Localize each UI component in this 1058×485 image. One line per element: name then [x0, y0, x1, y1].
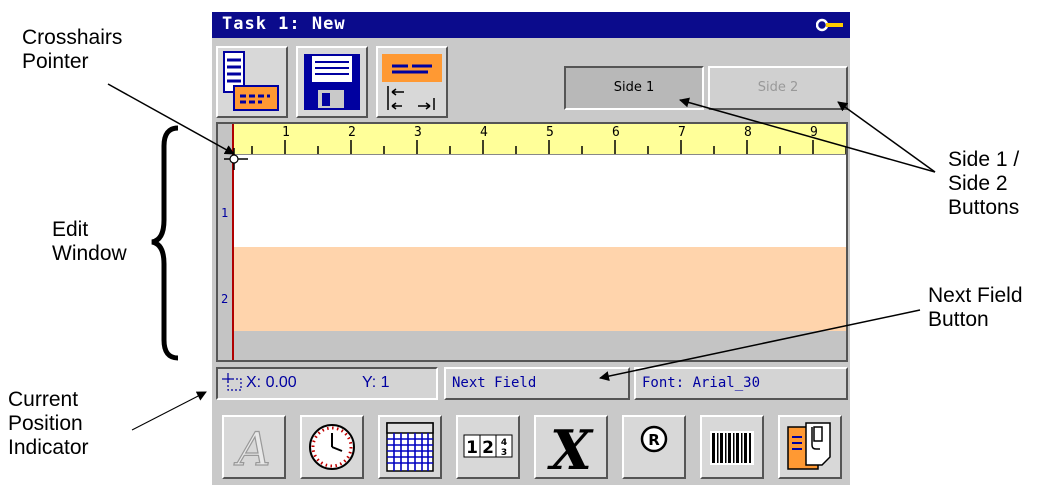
side-1-button[interactable]: Side 1: [564, 66, 704, 110]
crosshairs-icon[interactable]: [224, 148, 248, 170]
text-style-button[interactable]: A: [222, 415, 286, 479]
font-button[interactable]: Font: Arial_30: [634, 367, 848, 400]
callout-text: Edit: [52, 218, 89, 241]
field-spacing-button[interactable]: [376, 46, 448, 118]
window-title: Task 1: New: [222, 14, 346, 34]
callout-text: Buttons: [948, 196, 1020, 219]
script-icon: X: [547, 418, 594, 482]
paste-icon: [787, 422, 831, 470]
callout-text: Current: [8, 388, 79, 411]
callout-text: Pointer: [22, 50, 89, 73]
x-position: X: 0.00: [246, 374, 297, 391]
callout-next-field: Next Field Button: [928, 284, 1023, 332]
svg-text:A: A: [233, 422, 270, 476]
svg-text:2: 2: [482, 438, 494, 458]
svg-text:X: X: [547, 418, 594, 477]
text-style-icon: A: [233, 421, 271, 476]
ruler-tick-label: 7: [678, 125, 686, 140]
floppy-disk-icon: [304, 54, 360, 110]
ruler-tick-label: 3: [414, 125, 422, 140]
callout-text: Indicator: [8, 436, 89, 459]
callout-text: Next Field: [928, 284, 1023, 307]
counter-button[interactable]: 1 2 4 3: [456, 415, 520, 479]
y-position: Y: 1: [362, 374, 390, 391]
svg-text:4: 4: [501, 438, 507, 448]
ruler-tick-label: 4: [480, 125, 488, 140]
title-bar: Task 1: New: [212, 12, 850, 38]
current-position-arrow: [131, 391, 207, 431]
key-icon[interactable]: [816, 18, 844, 32]
callout-text: Crosshairs: [22, 26, 123, 49]
paste-button[interactable]: [778, 415, 842, 479]
ruler-tick-label: 5: [546, 125, 554, 140]
ruler-tick-label: 6: [612, 125, 620, 140]
field-list-icon: [223, 51, 279, 111]
callout-current-position: Current Position Indicator: [8, 388, 89, 460]
field-spacing-icon: [382, 54, 442, 110]
callout-text: Side 2: [948, 172, 1008, 195]
edit-window-brace: [151, 125, 179, 361]
save-button[interactable]: [296, 46, 368, 118]
ruler-tick-label: 2: [348, 125, 356, 140]
callout-text: Position: [8, 412, 83, 435]
device-screen: Task 1: New Side 1 Side 2 1 2 3 4 5 6 7 …: [212, 12, 850, 485]
script-button[interactable]: X: [534, 415, 608, 482]
ruler-tick-label: 9: [810, 125, 818, 140]
edit-window[interactable]: 1 2 3 4 5 6 7 8 9 1 2: [216, 122, 848, 362]
callout-edit-window: Edit Window: [52, 218, 127, 266]
clock-button[interactable]: [300, 415, 364, 479]
svg-text:R: R: [648, 431, 660, 449]
current-position-indicator: X: 0.00 Y: 1: [216, 367, 438, 400]
counter-icon: 1 2 4 3: [463, 434, 513, 458]
registered-button[interactable]: R: [622, 415, 686, 479]
svg-text:1: 1: [466, 438, 478, 458]
callout-crosshairs-pointer: Crosshairs Pointer: [22, 26, 122, 74]
calendar-icon: [386, 422, 434, 472]
side-2-button[interactable]: Side 2: [708, 66, 848, 110]
ruler: 1 2 3 4 5 6 7 8 9: [234, 124, 846, 155]
calendar-button[interactable]: [378, 415, 442, 479]
ruler-ticks: [251, 140, 846, 154]
next-field-button[interactable]: Next Field: [444, 367, 630, 400]
row-number: 2: [221, 292, 229, 306]
callout-side-buttons: Side 1 / Side 2 Buttons: [948, 148, 1019, 220]
ruler-tick-label: 1: [282, 125, 290, 140]
callout-text: Window: [52, 242, 127, 265]
registered-icon: R: [640, 425, 668, 453]
edit-row-2[interactable]: [234, 247, 846, 331]
position-icon: [222, 373, 242, 391]
field-list-button[interactable]: [216, 46, 288, 118]
edit-row-1[interactable]: [234, 155, 846, 247]
ruler-tick-label: 8: [744, 125, 752, 140]
callout-text: Side 1 /: [948, 148, 1020, 171]
row-number: 1: [221, 206, 229, 220]
svg-text:3: 3: [501, 448, 507, 458]
clock-icon: [309, 424, 355, 470]
barcode-icon: [710, 431, 754, 465]
barcode-button[interactable]: [700, 415, 764, 479]
callout-text: Button: [928, 308, 989, 331]
